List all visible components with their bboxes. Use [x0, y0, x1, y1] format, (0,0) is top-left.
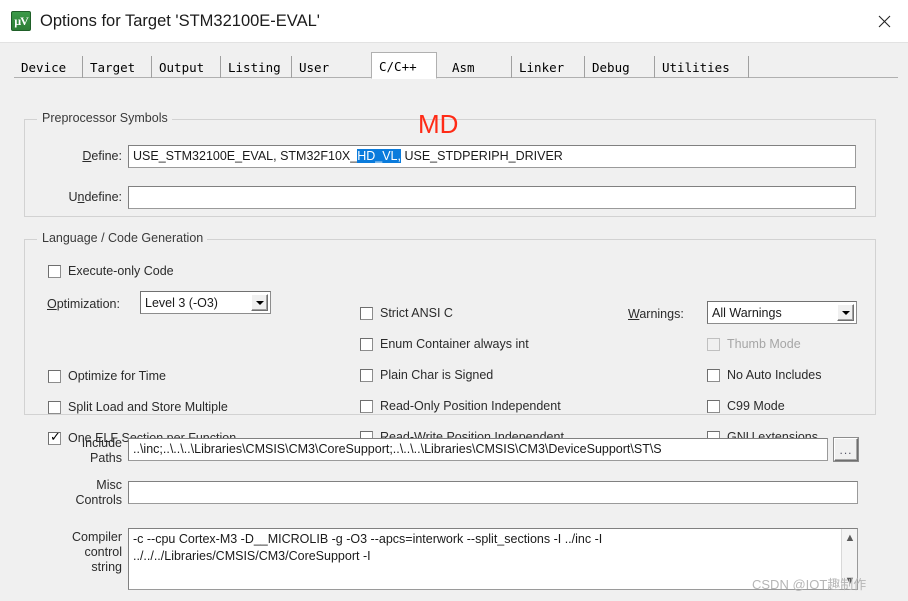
chevron-down-icon[interactable]: [251, 294, 268, 311]
checkbox-read-only-position-independent[interactable]: Read-Only Position Independent: [360, 399, 561, 413]
title-bar: µV Options for Target 'STM32100E-EVAL': [0, 0, 908, 42]
warnings-label: Warnings:: [628, 307, 684, 321]
tab-c-cpp-label: C/C++: [379, 59, 417, 74]
optimization-value: Level 3 (-O3): [145, 295, 218, 310]
language-group-label: Language / Code Generation: [38, 231, 208, 245]
tab-strip: Device Target Output Listing User C/C++ …: [8, 52, 900, 79]
include-paths-browse-button[interactable]: ...: [834, 438, 858, 461]
tab-user-label: User: [299, 59, 330, 75]
include-paths-input[interactable]: ..\inc;..\..\..\Libraries\CMSIS\CM3\Core…: [128, 438, 828, 461]
checkbox-label: C99 Mode: [727, 399, 785, 413]
undefine-label: Undefine:: [68, 190, 122, 204]
tab-utilities[interactable]: Utilities: [655, 56, 749, 78]
tab-listing-label: Listing: [228, 59, 281, 75]
checkbox-label: Enum Container always int: [380, 337, 529, 351]
tab-user[interactable]: User: [292, 56, 361, 78]
watermark-text: CSDN @IOT趣制作: [752, 577, 867, 592]
compiler-string-line-2: ../../../Libraries/CMSIS/CM3/CoreSupport…: [133, 548, 371, 563]
checkbox-label: Thumb Mode: [727, 337, 801, 351]
include-paths-label-line2: Paths: [90, 451, 122, 465]
compiler-string-label-line2: control: [84, 545, 122, 559]
preprocessor-group-label: Preprocessor Symbols: [38, 111, 172, 125]
group-border-right: [200, 239, 875, 240]
checkbox-no-auto-includes[interactable]: No Auto Includes: [707, 368, 822, 382]
undefine-input[interactable]: [128, 186, 856, 209]
md-annotation: MD: [418, 109, 459, 139]
tab-output-label: Output: [159, 59, 205, 75]
compiler-string-label-line1: Compiler: [71, 530, 122, 544]
checkbox-label: Optimize for Time: [68, 369, 166, 383]
optimization-combobox[interactable]: Level 3 (-O3): [140, 291, 271, 314]
checkbox-box: [707, 337, 720, 351]
warnings-value: All Warnings: [712, 305, 782, 320]
checkbox-box: [48, 369, 61, 383]
tab-linker-label: Linker: [519, 59, 565, 75]
define-label: Define:: [82, 149, 122, 163]
checkbox-thumb-mode: Thumb Mode: [707, 337, 801, 351]
misc-controls-label-line2: Controls: [75, 493, 122, 507]
compiler-control-string-textarea[interactable]: -c --cpu Cortex-M3 -D__MICROLIB -g -O3 -…: [128, 528, 858, 590]
checkbox-label: Strict ANSI C: [380, 306, 453, 320]
tab-device-label: Device: [21, 59, 67, 75]
tab-listing[interactable]: Listing: [221, 56, 292, 78]
checkbox-box: [48, 264, 61, 278]
compiler-string-line-1: -c --cpu Cortex-M3 -D__MICROLIB -g -O3 -…: [133, 532, 603, 546]
checkbox-enum-container-always-int[interactable]: Enum Container always int: [360, 337, 529, 351]
group-border-left: [25, 239, 37, 240]
misc-controls-label-line1: Misc: [96, 478, 122, 492]
tab-target[interactable]: Target: [83, 56, 152, 78]
checkbox-box: [360, 306, 373, 320]
checkbox-label: No Auto Includes: [727, 368, 822, 382]
checkbox-box: [360, 337, 373, 351]
misc-controls-input[interactable]: [128, 481, 858, 504]
tab-asm[interactable]: Asm: [445, 56, 512, 78]
define-suffix-text: USE_STDPERIPH_DRIVER: [400, 149, 563, 163]
checkbox-execute-only-code[interactable]: Execute-only Code: [48, 264, 174, 278]
define-prefix-text: USE_STM32100E_EVAL, STM32F10X_: [133, 149, 358, 163]
define-input[interactable]: USE_STM32100E_EVAL, STM32F10X_HD_VL, USE…: [128, 145, 856, 168]
warnings-combobox[interactable]: All Warnings: [707, 301, 857, 324]
compiler-string-label-line3: string: [91, 560, 122, 574]
group-border-left: [25, 119, 37, 120]
keil-uvision-icon: µV: [11, 11, 31, 31]
optimization-label: Optimization:: [47, 297, 120, 311]
checkbox-split-load-and-store-multiple[interactable]: Split Load and Store Multiple: [48, 400, 228, 414]
checkbox-box: [707, 368, 720, 382]
close-button[interactable]: [861, 0, 908, 42]
checkbox-label: Plain Char is Signed: [380, 368, 494, 382]
define-selected-text: HD_VL,: [357, 149, 401, 163]
tab-device[interactable]: Device: [14, 56, 83, 78]
scroll-up-icon[interactable]: ▲: [842, 529, 858, 546]
tab-output[interactable]: Output: [152, 56, 221, 78]
checkbox-strict-ansi-c[interactable]: Strict ANSI C: [360, 306, 453, 320]
checkbox-label: Split Load and Store Multiple: [68, 400, 228, 414]
checkbox-optimize-for-time[interactable]: Optimize for Time: [48, 369, 166, 383]
tab-target-label: Target: [90, 59, 136, 75]
dialog-body: Device Target Output Listing User C/C++ …: [0, 42, 908, 601]
tab-c-cpp[interactable]: C/C++: [371, 52, 437, 79]
checkbox-c99-mode[interactable]: C99 Mode: [707, 399, 785, 413]
checkbox-box: [707, 399, 720, 413]
checkbox-plain-char-is-signed[interactable]: Plain Char is Signed: [360, 368, 493, 382]
checkbox-box: [360, 368, 373, 382]
checkbox-label: Read-Only Position Independent: [380, 399, 561, 413]
group-border-right: [161, 119, 875, 120]
tab-utilities-label: Utilities: [662, 59, 730, 75]
checkbox-label: Execute-only Code: [68, 264, 174, 278]
keil-uvision-glyph: µV: [14, 14, 29, 28]
options-dialog: µV Options for Target 'STM32100E-EVAL' D…: [0, 0, 908, 601]
tab-asm-label: Asm: [452, 59, 475, 75]
chevron-down-icon[interactable]: [837, 304, 854, 321]
tab-debug-label: Debug: [592, 59, 630, 75]
close-icon: [878, 15, 891, 27]
checkbox-box: [48, 400, 61, 414]
checkbox-box: [360, 399, 373, 413]
tab-linker[interactable]: Linker: [512, 56, 585, 78]
window-title: Options for Target 'STM32100E-EVAL': [40, 11, 320, 30]
tab-debug[interactable]: Debug: [585, 56, 655, 78]
include-paths-label-line1: Include: [81, 436, 122, 450]
